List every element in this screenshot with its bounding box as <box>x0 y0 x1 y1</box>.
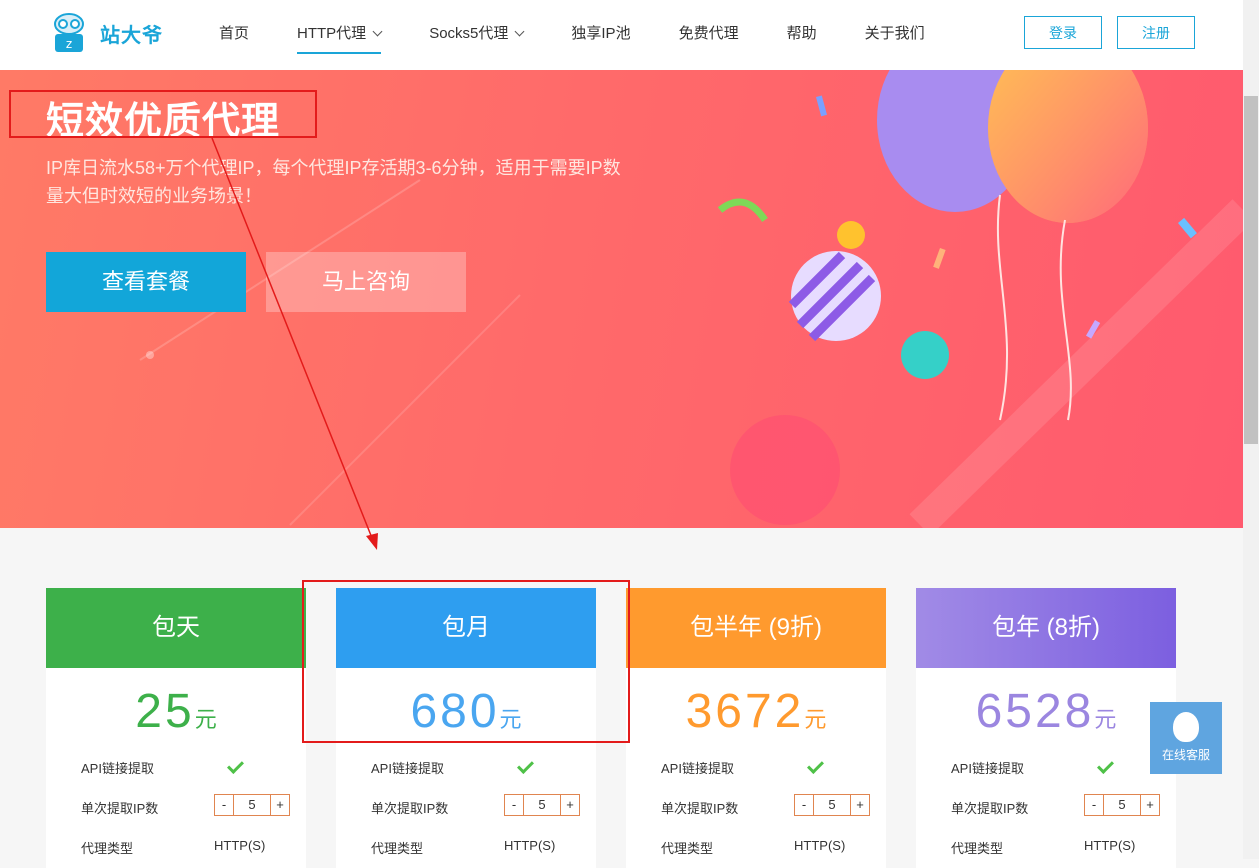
price-amount: 6528 <box>975 685 1095 738</box>
plan-card-yearly: 包年 (8折) 6528元 API链接提取 单次提取IP数 - 5 + 代理类型… <box>916 588 1176 868</box>
ip-count-stepper: - 5 + <box>794 794 870 816</box>
annotation-box-monthly-plan <box>302 580 630 743</box>
nav-item-help[interactable]: 帮助 <box>787 0 817 70</box>
annotation-box-hero-title <box>9 90 317 138</box>
hero-banner: 短效优质代理 IP库日流水58+万个代理IP，每个代理IP存活期3-6分钟，适用… <box>0 70 1243 528</box>
nav-label: Socks5代理 <box>429 25 509 42</box>
increment-button[interactable]: + <box>851 795 869 815</box>
proxy-type-label: 代理类型 <box>661 841 714 856</box>
increment-button[interactable]: + <box>561 795 579 815</box>
consult-button[interactable]: 马上咨询 <box>266 252 466 312</box>
chevron-down-icon <box>514 26 525 37</box>
qq-penguin-icon <box>1173 712 1199 742</box>
checkmark-icon <box>227 757 244 774</box>
nav-label: 帮助 <box>786 25 817 42</box>
api-link-label: API链接提取 <box>371 761 444 776</box>
plan-name: 包天 <box>46 588 306 668</box>
plan-card-half-year: 包半年 (9折) 3672元 API链接提取 单次提取IP数 - 5 + 代理类… <box>626 588 886 868</box>
ip-count-label: 单次提取IP数 <box>951 801 1029 816</box>
decrement-button[interactable]: - <box>1085 795 1103 815</box>
nav-item-free-proxy[interactable]: 免费代理 <box>679 0 739 70</box>
online-service-button[interactable]: 在线客服 <box>1150 702 1222 774</box>
nav-item-socks5-proxy[interactable]: Socks5代理 <box>429 0 525 70</box>
nav-label: 关于我们 <box>864 25 925 42</box>
plan-price: 25元 <box>46 684 306 740</box>
hero-description: IP库日流水58+万个代理IP，每个代理IP存活期3-6分钟，适用于需要IP数量… <box>46 158 621 206</box>
proxy-type-value: HTTP(S) <box>794 838 846 853</box>
ip-count-value[interactable]: 5 <box>1103 795 1141 815</box>
api-link-label: API链接提取 <box>661 761 734 776</box>
ip-count-stepper: - 5 + <box>214 794 290 816</box>
price-unit: 元 <box>804 707 827 732</box>
svg-text:z: z <box>66 37 72 51</box>
checkmark-icon <box>807 757 824 774</box>
login-button[interactable]: 登录 <box>1024 16 1102 49</box>
proxy-type-label: 代理类型 <box>371 841 424 856</box>
ip-count-stepper: - 5 + <box>504 794 580 816</box>
api-link-label: API链接提取 <box>81 761 154 776</box>
plan-name: 包年 (8折) <box>916 588 1176 668</box>
ip-count-label: 单次提取IP数 <box>81 801 159 816</box>
plan-card-daily: 包天 25元 API链接提取 单次提取IP数 - 5 + 代理类型 HTTP(S… <box>46 588 306 868</box>
nav-item-about[interactable]: 关于我们 <box>865 0 925 70</box>
decrement-button[interactable]: - <box>215 795 233 815</box>
ip-count-label: 单次提取IP数 <box>661 801 739 816</box>
register-button[interactable]: 注册 <box>1117 16 1195 49</box>
proxy-type-label: 代理类型 <box>81 841 134 856</box>
decrement-button[interactable]: - <box>795 795 813 815</box>
page-scrollbar[interactable] <box>1243 0 1259 859</box>
ip-count-stepper: - 5 + <box>1084 794 1160 816</box>
nav-item-http-proxy[interactable]: HTTP代理 <box>297 0 383 70</box>
plan-name: 包半年 (9折) <box>626 588 886 668</box>
nav-item-home[interactable]: 首页 <box>219 0 249 70</box>
nav-label: HTTP代理 <box>297 25 367 42</box>
nav-label: 免费代理 <box>678 25 739 42</box>
increment-button[interactable]: + <box>271 795 289 815</box>
ip-count-value[interactable]: 5 <box>813 795 851 815</box>
plan-price: 6528元 <box>916 684 1176 740</box>
logo[interactable]: z 站大爷 <box>46 12 163 54</box>
online-service-label: 在线客服 <box>1161 748 1210 762</box>
checkmark-icon <box>1097 757 1114 774</box>
nav-label: 首页 <box>219 25 250 42</box>
chevron-down-icon <box>372 26 383 37</box>
main-nav: 首页 HTTP代理 Socks5代理 独享IP池 免费代理 帮助 关于我们 <box>219 0 973 70</box>
increment-button[interactable]: + <box>1141 795 1159 815</box>
proxy-type-value: HTTP(S) <box>214 838 266 853</box>
proxy-type-value: HTTP(S) <box>504 838 556 853</box>
checkmark-icon <box>517 757 534 774</box>
nav-label: 独享IP池 <box>571 25 631 42</box>
price-amount: 3672 <box>685 685 805 738</box>
ip-count-value[interactable]: 5 <box>523 795 561 815</box>
price-unit: 元 <box>1094 707 1117 732</box>
top-navbar: z 站大爷 首页 HTTP代理 Socks5代理 独享IP池 免费代理 帮助 关… <box>0 0 1243 70</box>
proxy-type-value: HTTP(S) <box>1084 838 1136 853</box>
mascot-logo-icon: z <box>46 12 92 54</box>
ip-count-label: 单次提取IP数 <box>371 801 449 816</box>
plan-price: 3672元 <box>626 684 886 740</box>
view-plans-button[interactable]: 查看套餐 <box>46 252 246 312</box>
api-link-label: API链接提取 <box>951 761 1024 776</box>
ip-count-value[interactable]: 5 <box>233 795 271 815</box>
nav-item-dedicated-ip-pool[interactable]: 独享IP池 <box>571 0 630 70</box>
brand-name: 站大爷 <box>100 24 163 47</box>
price-unit: 元 <box>194 707 217 732</box>
decrement-button[interactable]: - <box>505 795 523 815</box>
proxy-type-label: 代理类型 <box>951 841 1004 856</box>
scrollbar-thumb[interactable] <box>1244 96 1258 444</box>
price-amount: 25 <box>135 685 195 738</box>
